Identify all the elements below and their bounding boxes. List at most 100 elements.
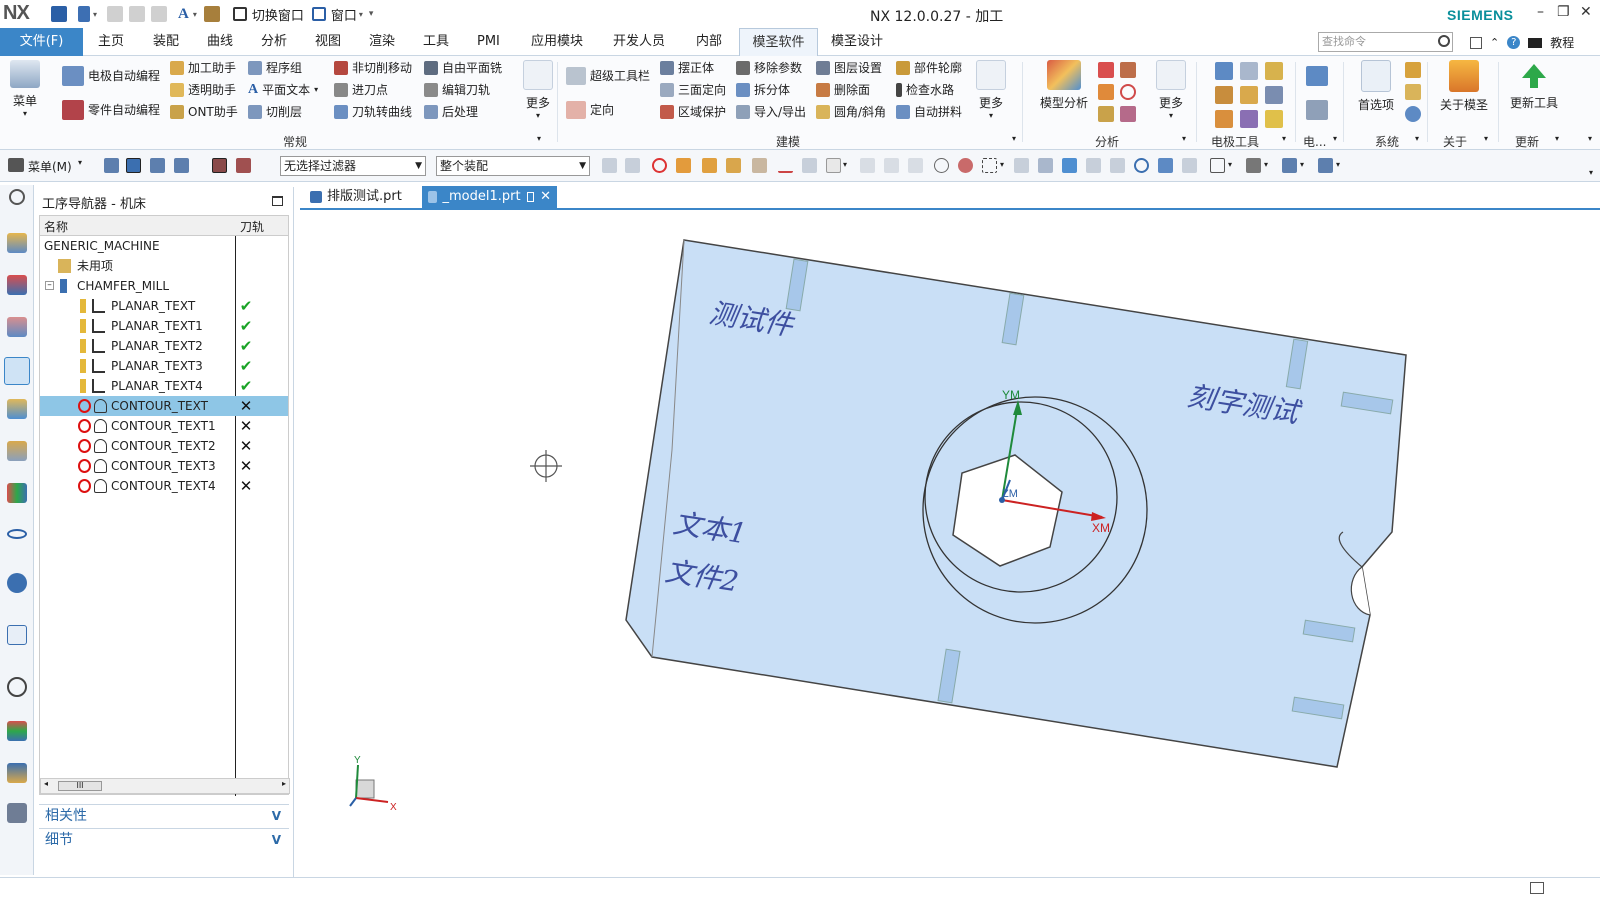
restore-icon[interactable]: ❐ [1557,4,1570,20]
undo-dropdown-icon[interactable]: ▾ [93,10,97,19]
brush-icon[interactable] [203,6,220,22]
rect-select-icon[interactable] [982,158,997,173]
electrode-icon-3[interactable] [1265,62,1283,80]
render-style-dropdown-icon[interactable]: ▾ [1264,160,1268,169]
electrode-table-icon[interactable] [1306,100,1328,120]
settings-gear-icon[interactable] [9,189,25,205]
tree-row-operation[interactable]: PLANAR_TEXT1 ✔ [40,316,288,336]
snap-icon-5[interactable] [908,158,923,173]
post-process-button[interactable]: 后处理 [424,102,478,122]
visualization-eye-icon[interactable] [7,529,27,539]
analysis-link-icon[interactable] [1120,62,1136,78]
modeling-more-button[interactable]: 更多 ▾ [973,60,1009,120]
fit-icon[interactable] [1086,158,1101,173]
switch-window-icon[interactable] [232,7,247,21]
scroll-left-icon[interactable]: ◂ [44,779,48,788]
about-mosheng-button[interactable]: 关于模圣 [1434,60,1494,113]
tab-model1-prt[interactable]: _model1.prt ✕ [422,186,557,208]
orient-view-dropdown-icon[interactable]: ▾ [1300,160,1304,169]
pan-icon[interactable] [1158,158,1173,173]
stop-icon[interactable] [652,158,667,173]
snap-icon-4[interactable] [884,158,899,173]
tutorial-icon[interactable] [1528,37,1543,48]
cut-icon[interactable] [107,6,124,22]
web-browser-icon[interactable] [7,625,27,645]
snap-icon-3[interactable] [860,158,875,173]
edit-toolpath-button[interactable]: 编辑刀轨 [424,80,490,100]
layer-settings-button[interactable]: 图层设置 [816,58,882,78]
operation-navigator-icon[interactable] [4,357,30,385]
engage-point-button[interactable]: 进刀点 [334,80,388,100]
orient-view-icon[interactable] [1282,158,1297,173]
window-button[interactable]: 窗口 [331,5,357,24]
check-waterway-button[interactable]: 检查水路 [896,80,954,100]
lock-icon[interactable] [1405,84,1421,100]
tab-layout-test-prt[interactable]: 排版测试.prt [304,186,408,208]
minimize-icon[interactable]: – [1537,4,1544,20]
electrode-auto-programming-button[interactable]: 电极自动编程 [62,66,160,86]
split-body-button[interactable]: 拆分体 [736,80,790,100]
collapse-toggle-icon[interactable]: – [45,281,54,290]
analysis-box-icon[interactable] [1098,106,1114,122]
snap-point-icon[interactable] [826,158,841,173]
select-icon-2[interactable] [126,158,141,173]
point-select-icon[interactable] [802,158,817,173]
ont-assistant-button[interactable]: ONT助手 [170,102,238,122]
model-view[interactable]: YM XM ZM 测试件 刻字测试 文本1 文件2 Y X [300,210,1600,880]
three-face-orient-button[interactable]: 三面定向 [660,80,726,100]
undo-icon[interactable] [78,6,90,22]
fillet-chamfer-button[interactable]: 圆角/斜角 [816,102,886,122]
cut-levels-button[interactable]: 切削层 [248,102,302,122]
snap-icon-2[interactable] [625,158,640,173]
electrode-icon-7[interactable] [1215,110,1233,128]
column-header-name[interactable]: 名称 [44,218,68,235]
main-menu-dropdown-icon[interactable]: ▾ [78,158,82,167]
about-group-expander-icon[interactable]: ▾ [1484,134,1488,143]
select-icon-3[interactable] [150,158,165,173]
toolpath-verify-icon[interactable] [236,158,251,173]
assembly-navigator-icon[interactable] [7,233,27,253]
column-header-toolpath[interactable]: 刀轨 [240,218,264,235]
electrode-icon-8[interactable] [1240,110,1258,128]
system-group-expander-icon[interactable]: ▾ [1415,134,1419,143]
select-icon-1[interactable] [104,158,119,173]
history-clock-icon[interactable] [7,677,27,697]
orient-button[interactable]: 定向 [566,100,614,120]
system-help-icon[interactable] [1405,106,1421,122]
save-icon[interactable] [51,6,67,22]
part-auto-programming-button[interactable]: 零件自动编程 [62,100,160,120]
electrode-extra-icon[interactable] [1306,66,1328,86]
details-panel-header[interactable]: 细节 V [39,828,289,850]
tab-mosheng-software[interactable]: 模圣软件 [739,28,818,56]
switch-window-button[interactable]: 切换窗口 [252,5,304,24]
update-tools-button[interactable]: 更新工具 [1505,60,1563,111]
modeling-group-expander-icon[interactable]: ▾ [1012,134,1016,143]
view-icon-2[interactable] [1038,158,1053,173]
electrode-icon-4[interactable] [1215,86,1233,104]
curve-select-icon[interactable] [778,158,793,173]
type-filter-select[interactable]: 无选择过滤器 ▼ [280,156,426,176]
role-icon[interactable] [7,803,27,823]
part-outline-button[interactable]: 部件轮廓 [896,58,962,78]
toolbar-options-icon[interactable]: ▾ [1589,168,1593,177]
undock-icon[interactable] [526,192,535,202]
common-more-button[interactable]: 更多 ▾ [520,60,556,120]
layout-icon[interactable] [1210,158,1225,173]
search-icon[interactable] [1438,35,1450,47]
collapse-ribbon-icon[interactable]: ⌃ [1490,36,1499,49]
tree-row-operation[interactable]: PLANAR_TEXT3 ✔ [40,356,288,376]
status-fullscreen-icon[interactable] [1530,882,1544,894]
analysis-more-button[interactable]: 更多 ▾ [1153,60,1189,120]
paste-icon[interactable] [151,6,168,22]
electrode-group-expander-icon[interactable]: ▾ [1282,134,1286,143]
free-planar-mill-button[interactable]: 自由平面铣 [424,58,502,78]
select-icon-4[interactable] [174,158,189,173]
render-style-icon[interactable] [1246,158,1261,173]
delete-face-button[interactable]: 删除面 [816,80,870,100]
electrode2-group-expander-icon[interactable]: ▾ [1333,134,1337,143]
electrode-icon-2[interactable] [1240,62,1258,80]
rect-select-dropdown-icon[interactable]: ▾ [1000,160,1004,169]
tab-assemblies[interactable]: 装配 [149,28,183,56]
snap-icon-1[interactable] [602,158,617,173]
tree-row-operation[interactable]: CONTOUR_TEXT4 ✕ [40,476,288,496]
